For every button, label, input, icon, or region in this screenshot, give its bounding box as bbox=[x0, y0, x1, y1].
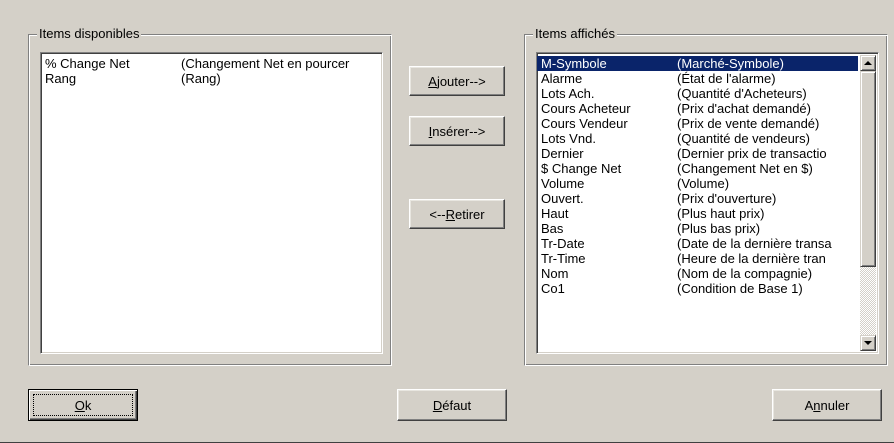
list-item-code: Rang bbox=[45, 71, 77, 86]
list-item[interactable]: Lots Vnd. (Quantité de vendeurs) bbox=[537, 131, 858, 146]
list-item[interactable]: Haut (Plus haut prix) bbox=[537, 206, 858, 221]
list-item-description: (Changement Net en pourcer bbox=[181, 56, 350, 71]
annuler-label: nuler bbox=[820, 397, 850, 413]
list-item-code: Alarme bbox=[541, 71, 583, 86]
list-item[interactable]: Ouvert. (Prix d'ouverture) bbox=[537, 191, 858, 206]
list-item-description: (Changement Net en $) bbox=[677, 161, 813, 176]
ajouter-accelerator: A bbox=[428, 73, 437, 89]
defaut-button[interactable]: Défaut bbox=[397, 389, 507, 421]
list-item[interactable]: Cours Acheteur (Prix d'achat demandé) bbox=[537, 101, 858, 116]
ajouter-label: jouter--> bbox=[436, 73, 486, 89]
list-item-code: Cours Acheteur bbox=[541, 101, 631, 116]
dialog: Items disponibles % Change Net (Changemen… bbox=[0, 0, 894, 443]
defaut-accelerator: D bbox=[432, 397, 443, 413]
retirer-prefix: <-- bbox=[429, 206, 446, 222]
list-item[interactable]: Volume (Volume) bbox=[537, 176, 858, 191]
retirer-accelerator: R bbox=[445, 206, 455, 222]
list-item-description: (Volume) bbox=[677, 176, 730, 191]
list-item-code: Co1 bbox=[541, 281, 565, 296]
list-item-description: (Heure de la dernière tran bbox=[677, 251, 826, 266]
list-item-code: Ouvert. bbox=[541, 191, 584, 206]
list-item-description: (Condition de Base 1) bbox=[677, 281, 803, 296]
list-item-description: (État de l'alarme) bbox=[677, 71, 776, 86]
scroll-down-arrow-icon[interactable] bbox=[860, 335, 876, 351]
ok-label: k bbox=[84, 397, 92, 413]
list-item[interactable]: % Change Net (Changement Net en pourcer bbox=[41, 56, 382, 71]
list-item-code: Bas bbox=[541, 221, 564, 236]
list-item[interactable]: Co1 (Condition de Base 1) bbox=[537, 281, 858, 296]
inserer-label: nsérer--> bbox=[432, 123, 486, 139]
list-item-description: (Prix de vente demandé) bbox=[677, 116, 820, 131]
list-item-code: Tr-Time bbox=[541, 251, 586, 266]
list-item-code: Haut bbox=[541, 206, 569, 221]
list-item-description: (Dernier prix de transactio bbox=[677, 146, 827, 161]
list-item[interactable]: Alarme (État de l'alarme) bbox=[537, 71, 858, 86]
scrollbar-thumb[interactable] bbox=[860, 71, 876, 267]
ok-accelerator: O bbox=[74, 397, 85, 413]
list-item-code: Tr-Date bbox=[541, 236, 585, 251]
displayed-items-list[interactable]: M-Symbole (Marché-Symbole) Alarme (État de … bbox=[536, 52, 879, 354]
list-item[interactable]: Nom (Nom de la compagnie) bbox=[537, 266, 858, 281]
available-items-legend: Items disponibles bbox=[37, 26, 142, 42]
list-item-description: (Date de la dernière transa bbox=[677, 236, 832, 251]
list-item-code: Volume bbox=[541, 176, 585, 191]
available-items-rows: % Change Net (Changement Net en pourcer Ra… bbox=[41, 56, 382, 86]
list-item[interactable]: Tr-Time (Heure de la dernière tran bbox=[537, 251, 858, 266]
list-item-code: % Change Net bbox=[45, 56, 130, 71]
list-item[interactable]: Bas (Plus bas prix) bbox=[537, 221, 858, 236]
list-item-description: (Nom de la compagnie) bbox=[677, 266, 813, 281]
list-item-description: (Quantité de vendeurs) bbox=[677, 131, 810, 146]
list-item-description: (Rang) bbox=[181, 71, 221, 86]
list-item-description: (Prix d'achat demandé) bbox=[677, 101, 811, 116]
displayed-items-scrollbar[interactable] bbox=[860, 55, 876, 351]
list-item-description: (Plus haut prix) bbox=[677, 206, 765, 221]
retirer-label: etirer bbox=[455, 206, 485, 222]
displayed-items-rows: M-Symbole (Marché-Symbole) Alarme (État de … bbox=[537, 56, 858, 296]
displayed-items-legend: Items affichés bbox=[533, 26, 617, 42]
defaut-label: éfaut bbox=[442, 397, 472, 413]
list-item-code: Dernier bbox=[541, 146, 584, 161]
list-item-code: M-Symbole bbox=[541, 56, 607, 71]
inserer-button[interactable]: Insérer--> bbox=[409, 116, 505, 146]
list-item-description: (Marché-Symbole) bbox=[677, 56, 784, 71]
list-item[interactable]: Tr-Date (Date de la dernière transa bbox=[537, 236, 858, 251]
annuler-button[interactable]: Annuler bbox=[772, 389, 882, 421]
list-item-description: (Prix d'ouverture) bbox=[677, 191, 777, 206]
list-item-description: (Plus bas prix) bbox=[677, 221, 761, 236]
retirer-button[interactable]: <--Retirer bbox=[409, 199, 505, 229]
list-item[interactable]: Rang (Rang) bbox=[41, 71, 382, 86]
list-item-description: (Quantité d'Acheteurs) bbox=[677, 86, 807, 101]
list-item[interactable]: Cours Vendeur (Prix de vente demandé) bbox=[537, 116, 858, 131]
list-item-code: Cours Vendeur bbox=[541, 116, 628, 131]
list-item[interactable]: $ Change Net (Changement Net en $) bbox=[537, 161, 858, 176]
scroll-up-arrow-icon[interactable] bbox=[860, 55, 876, 71]
annuler-prefix: A bbox=[804, 397, 814, 413]
available-items-list[interactable]: % Change Net (Changement Net en pourcer Ra… bbox=[40, 52, 383, 354]
list-item[interactable]: Lots Ach. (Quantité d'Acheteurs) bbox=[537, 86, 858, 101]
list-item-code: Nom bbox=[541, 266, 569, 281]
list-item[interactable]: Dernier (Dernier prix de transactio bbox=[537, 146, 858, 161]
ok-button[interactable]: Ok bbox=[28, 389, 138, 421]
list-item-code: Lots Vnd. bbox=[541, 131, 596, 146]
ajouter-button[interactable]: Ajouter--> bbox=[409, 66, 505, 96]
list-item[interactable]: M-Symbole (Marché-Symbole) bbox=[537, 56, 858, 71]
list-item-code: $ Change Net bbox=[541, 161, 622, 176]
list-item-code: Lots Ach. bbox=[541, 86, 595, 101]
